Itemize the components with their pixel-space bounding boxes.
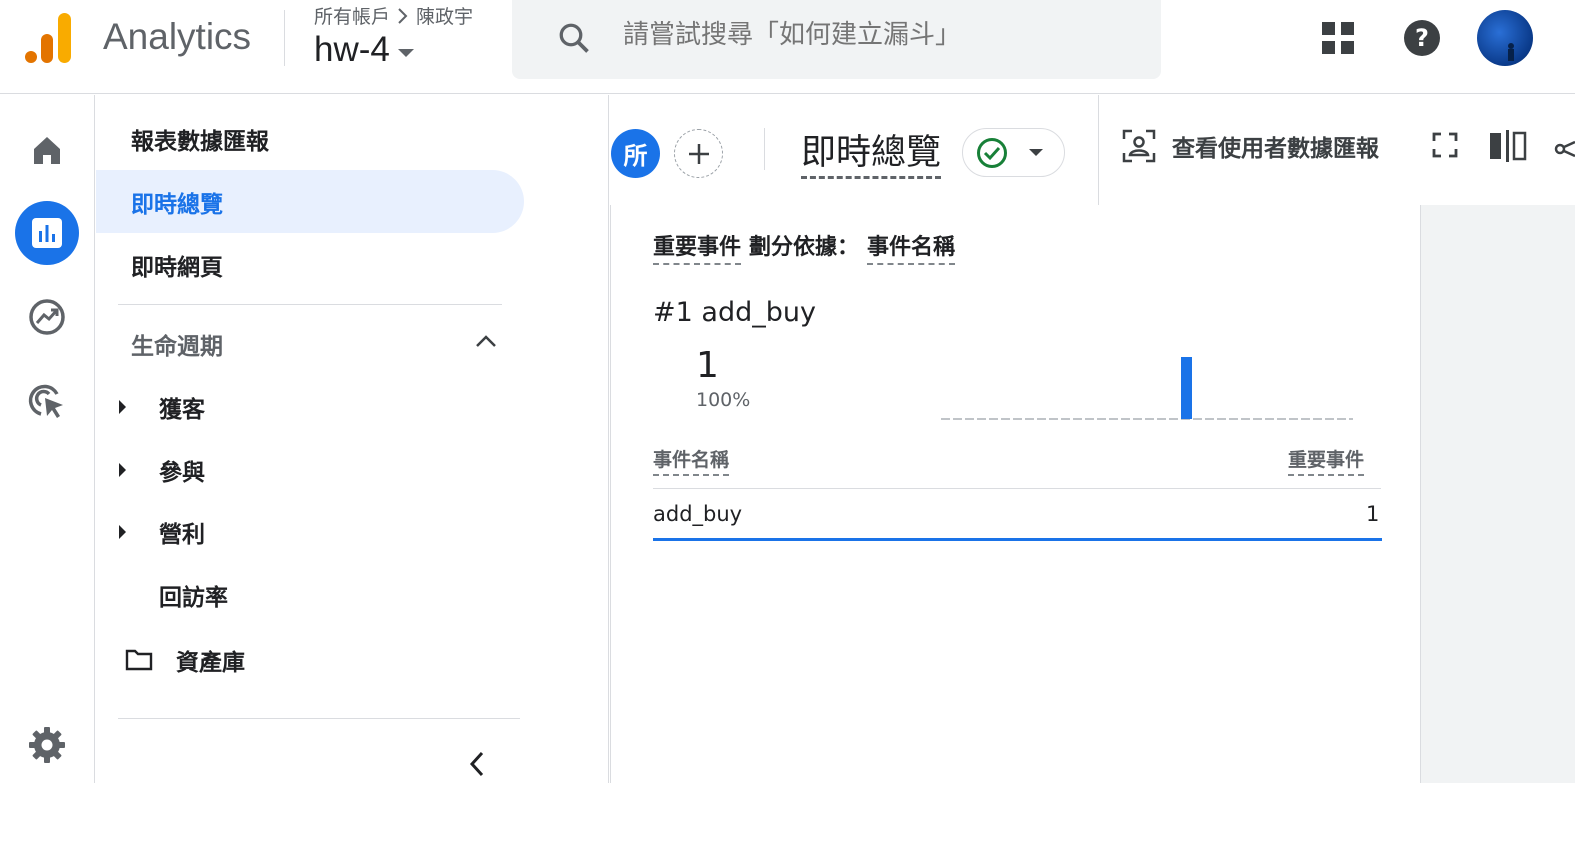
- data-status-dropdown[interactable]: [962, 128, 1065, 177]
- report-sidebar: 報表數據匯報 即時總覽 即時網頁 生命週期 獲客 參與 營利 回訪率 資產庫: [96, 95, 609, 783]
- sidebar-divider: [118, 304, 502, 305]
- analytics-app: Analytics 所有帳戶 陳政宇 hw-4 ?: [0, 0, 1575, 865]
- report-title: 即時總覽: [801, 124, 942, 179]
- chart-bar[interactable]: [1181, 357, 1192, 419]
- column-header-event-name[interactable]: 事件名稱: [653, 445, 730, 476]
- breadcrumb[interactable]: 所有帳戶 陳政宇: [314, 2, 473, 29]
- metric-selector[interactable]: 重要事件: [653, 229, 742, 265]
- events-per-minute-chart: [941, 357, 1353, 420]
- sidebar-item-retention[interactable]: 回訪率: [96, 567, 516, 623]
- settings-icon[interactable]: [15, 713, 79, 777]
- collapse-sidebar-icon[interactable]: [464, 749, 492, 779]
- add-comparison-button[interactable]: [674, 129, 723, 178]
- top-bar: Analytics 所有帳戶 陳政宇 hw-4 ?: [0, 0, 1575, 94]
- column-header-key-events[interactable]: 重要事件: [1288, 445, 1365, 476]
- chevron-up-icon[interactable]: [474, 333, 498, 349]
- breadcrumb-account[interactable]: 陳政宇: [416, 2, 473, 29]
- key-events-card: 重要事件 劃分依據： 事件名稱 #1 add_buy 1 100% 事件名稱 重…: [610, 205, 1421, 783]
- sidebar-item-label: 參與: [159, 460, 205, 486]
- folder-icon: [125, 649, 153, 671]
- share-icon[interactable]: [1554, 139, 1575, 159]
- sidebar-item-realtime-overview[interactable]: 即時總覽: [96, 170, 524, 233]
- svg-text:?: ?: [1415, 24, 1429, 52]
- compare-panel-icon[interactable]: [1489, 130, 1527, 162]
- sidebar-item-label: 營利: [159, 522, 205, 548]
- plus-icon: [688, 143, 709, 164]
- sidebar-item-library[interactable]: 資產庫: [96, 632, 516, 688]
- avatar[interactable]: [1477, 10, 1533, 66]
- advertising-icon[interactable]: [15, 368, 79, 432]
- table-cell-value: 1: [1366, 502, 1380, 526]
- caret-down-icon: [397, 49, 414, 57]
- search-bar[interactable]: [512, 0, 1161, 79]
- breakdown-label: 劃分依據：: [749, 235, 860, 260]
- expand-arrow-icon[interactable]: [119, 463, 126, 477]
- apps-icon[interactable]: [1316, 16, 1360, 60]
- app-title: Analytics: [103, 16, 252, 57]
- help-icon[interactable]: ?: [1400, 16, 1444, 60]
- explore-icon[interactable]: [15, 285, 79, 349]
- section-title-lifecycle[interactable]: 生命週期: [131, 327, 223, 361]
- analytics-logo-icon[interactable]: [24, 12, 74, 64]
- sidebar-divider: [118, 718, 520, 719]
- card-header: 重要事件 劃分依據： 事件名稱: [653, 229, 956, 265]
- main-content: 所 即時總覽 查看使用者數據匯報 重要事件 劃分依據： 事件名稱 #1 add_…: [610, 95, 1575, 783]
- top-item-title: #1 add_buy: [653, 297, 816, 328]
- sidebar-item-label: 報表數據匯報: [131, 128, 269, 155]
- top-item-name: add_buy: [701, 297, 816, 328]
- view-user-snapshot-button[interactable]: 查看使用者數據匯報: [1122, 129, 1379, 163]
- top-item-percent: 100%: [696, 389, 751, 411]
- top-item-value: 1: [696, 345, 719, 386]
- caret-down-icon: [1029, 148, 1043, 156]
- expand-arrow-icon[interactable]: [119, 525, 126, 539]
- home-icon[interactable]: [15, 118, 79, 182]
- sidebar-item-label: 回訪率: [159, 585, 228, 611]
- selected-row-indicator: [653, 538, 1382, 541]
- search-input[interactable]: [623, 20, 1123, 50]
- chevron-right-icon: [398, 7, 408, 24]
- top-item-rank: #1: [653, 297, 693, 328]
- left-rail: [0, 95, 95, 783]
- sidebar-item-label: 即時網頁: [131, 254, 223, 281]
- sidebar-item-realtime-pages[interactable]: 即時網頁: [96, 233, 524, 296]
- table-divider: [653, 488, 1381, 489]
- user-focus-icon: [1122, 129, 1156, 163]
- dimension-selector[interactable]: 事件名稱: [867, 229, 956, 265]
- sidebar-item-monetization[interactable]: 營利: [96, 504, 516, 560]
- sidebar-item-label: 資產庫: [176, 650, 245, 676]
- sidebar-item-report-snapshot[interactable]: 報表數據匯報: [96, 107, 524, 170]
- fullscreen-icon[interactable]: [1432, 132, 1458, 158]
- sidebar-item-acquisition[interactable]: 獲客: [96, 379, 516, 435]
- sidebar-item-label: 即時總覽: [131, 191, 223, 218]
- report-toolbar: 所 即時總覽 查看使用者數據匯報: [610, 95, 1575, 205]
- table-cell-event-name[interactable]: add_buy: [653, 502, 742, 526]
- reports-icon[interactable]: [15, 201, 79, 265]
- expand-arrow-icon[interactable]: [119, 400, 126, 414]
- comparison-chip[interactable]: 所: [611, 129, 660, 178]
- sidebar-item-label: 獲客: [159, 397, 205, 423]
- view-user-snapshot-label: 查看使用者數據匯報: [1172, 136, 1379, 162]
- toolbar-divider: [1098, 95, 1099, 205]
- property-selector[interactable]: hw-4: [314, 30, 414, 70]
- search-icon: [559, 23, 589, 53]
- property-name: hw-4: [314, 30, 390, 69]
- sidebar-item-engagement[interactable]: 參與: [96, 442, 516, 498]
- toolbar-divider: [764, 128, 765, 170]
- check-circle-icon: [977, 137, 1007, 168]
- breadcrumb-root[interactable]: 所有帳戶: [314, 2, 390, 29]
- header-divider: [284, 10, 285, 66]
